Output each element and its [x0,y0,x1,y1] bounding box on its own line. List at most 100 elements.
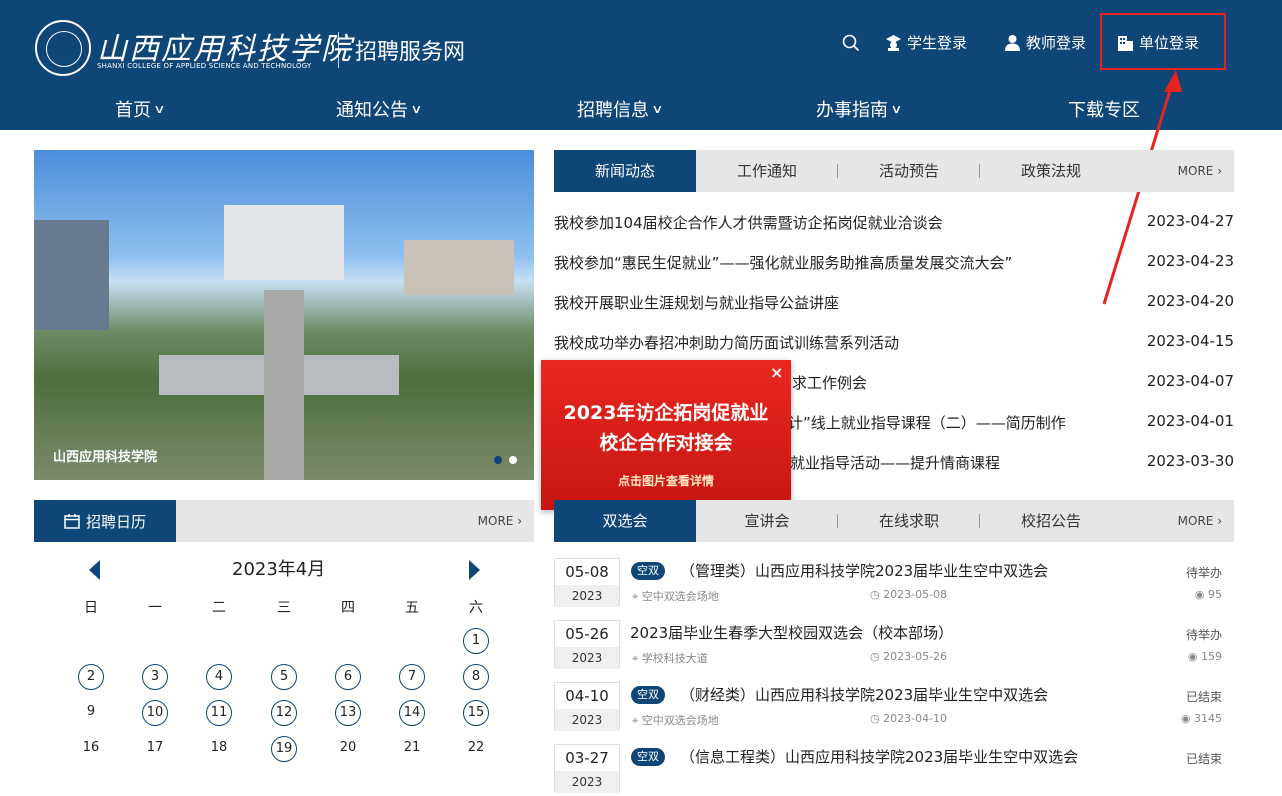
job-date-box: 03-27 2023 [554,744,620,793]
news-title[interactable]: 就业指导活动——提升情商课程 [790,452,1000,473]
job-fair-item[interactable]: 03-27 2023 空双 （信息工程类）山西应用科技学院2023届毕业生空中双选会 已… [554,744,1234,796]
job-location: 学校科技大道 [641,652,708,665]
weekday-label: 五 [405,600,419,616]
calendar-tab-label: 招聘日历 [85,512,146,531]
calendar-day[interactable]: 7 [399,664,425,690]
campus-road [264,290,304,480]
news-title[interactable]: 我校成功举办春招冲刺助力简历面试训练营系列活动 [554,332,899,353]
search-icon[interactable] [842,34,860,52]
location-pin-icon: ⌖ [632,652,639,665]
calendar-day[interactable]: 2 [78,664,104,690]
job-fair-item[interactable]: 04-10 2023 空双 （财经类）山西应用科技学院2023届毕业生空中双选会 已结束… [554,682,1234,734]
news-item[interactable]: 我校开展职业生涯规划与就业指导公益讲座 2023-04-20 [554,292,1234,314]
eye-icon: ◉ [1180,712,1191,725]
chevron-down-icon: ∨ [890,102,903,116]
carousel-dot-active[interactable] [494,456,502,464]
eye-icon: ◉ [1194,588,1205,601]
date-meta: ◷ 2023-05-26 [870,650,947,663]
news-title[interactable]: 计”线上就业指导课程（二）——简历制作 [788,412,1066,433]
job-fair-title[interactable]: （财经类）山西应用科技学院2023届毕业生空中双选会 [680,684,1048,705]
weekday-label: 三 [277,600,291,616]
calendar-day[interactable]: 11 [206,700,232,726]
job-fair-title[interactable]: （管理类）山西应用科技学院2023届毕业生空中双选会 [680,560,1048,581]
news-more-label: MORE [1177,164,1214,178]
calendar-icon [64,514,80,529]
job-fair-item[interactable]: 05-26 2023 2023届毕业生春季大型校园双选会（校本部场） 待举办 ⌖ 学校科… [554,620,1234,672]
calendar-day[interactable]: 19 [271,736,297,762]
nav-home[interactable]: 首页 ∨ [115,96,166,122]
calendar-day[interactable]: 14 [399,700,425,726]
news-title[interactable]: 求工作例会 [792,372,867,393]
calendar-month: 2023年4月 [232,559,326,580]
tab-online-jobs[interactable]: 在线求职 [838,500,980,542]
tab-work-notices[interactable]: 工作通知 [696,150,838,192]
job-fair-title[interactable]: 2023届毕业生春季大型校园双选会（校本部场） [630,622,953,643]
site-name: 招聘服务网 [355,40,466,65]
tab-job-fairs[interactable]: 双选会 [554,500,696,542]
tab-news[interactable]: 新闻动态 [554,150,696,192]
prev-month-icon[interactable] [89,560,100,580]
calendar-day[interactable]: 13 [335,700,361,726]
status-badge: 已结束 [1185,752,1222,766]
clock-icon: ◷ [870,588,880,601]
job-year: 2023 [555,771,619,793]
hero-carousel-image[interactable] [34,150,534,480]
news-date: 2023-04-01 [1146,412,1234,430]
calendar-day[interactable]: 6 [335,664,361,690]
nav-notices[interactable]: 通知公告 ∨ [336,96,423,122]
carousel-dot[interactable] [509,456,517,464]
college-seal-logo[interactable] [35,20,91,76]
student-login-link[interactable]: 学生登录 [885,32,967,53]
calendar-day[interactable]: 1 [463,628,489,654]
news-title[interactable]: 我校开展职业生涯规划与就业指导公益讲座 [554,292,839,313]
job-month-day: 04-10 [555,683,619,709]
job-fair-title[interactable]: （信息工程类）山西应用科技学院2023届毕业生空中双选会 [680,746,1078,767]
news-item[interactable]: 我校参加“惠民生促就业”——强化就业服务助推高质量发展交流大会” 2023-04-… [554,252,1234,274]
close-icon[interactable]: × [770,363,783,382]
next-month-icon[interactable] [469,560,480,580]
calendar-more-link[interactable]: MORE › [478,500,522,542]
popup-title-line1: 2023年访企拓岗促就业 [563,402,769,424]
calendar-day[interactable]: 3 [142,664,168,690]
teacher-login-link[interactable]: 教师登录 [1004,32,1086,53]
weekday-label: 一 [148,600,162,616]
news-item[interactable]: 我校成功举办春招冲刺助力简历面试训练营系列活动 2023-04-15 [554,332,1234,354]
jobs-more-link[interactable]: MORE › [1178,500,1222,542]
logo-divider [338,32,339,68]
tab-policies[interactable]: 政策法规 [980,150,1122,192]
location-pin-icon: ⌖ [632,714,639,727]
news-tabbar: 新闻动态 工作通知 活动预告 政策法规 MORE › [554,150,1234,192]
calendar-day[interactable]: 5 [271,664,297,690]
nav-guide[interactable]: 办事指南 ∨ [816,96,903,122]
location-meta: ⌖ 学校科技大道 [632,650,708,666]
promo-popup[interactable]: 2023年访企拓岗促就业 校企合作对接会 点击图片查看详情 [541,360,791,510]
job-month-day: 05-08 [555,559,619,585]
news-item[interactable]: 我校参加104届校企合作人才供需暨访企拓岗促就业洽谈会 2023-04-27 [554,212,1234,234]
calendar-more-label: MORE [477,514,514,528]
status-badge: 待举办 [1185,566,1222,580]
calendar-day[interactable]: 12 [271,700,297,726]
news-title[interactable]: 我校参加104届校企合作人才供需暨访企拓岗促就业洽谈会 [554,212,943,233]
tab-campus-recruit[interactable]: 校招公告 [980,500,1122,542]
nav-recruitment-label: 招聘信息 [577,100,649,121]
nav-recruitment[interactable]: 招聘信息 ∨ [577,96,664,122]
nav-notices-label: 通知公告 [336,100,408,121]
tab-presentations[interactable]: 宣讲会 [696,500,838,542]
location-meta: ⌖ 空中双选会场地 [632,712,719,728]
views-meta: ◉ 159 [1188,650,1222,663]
calendar-day[interactable]: 4 [206,664,232,690]
calendar-day: 17 [146,740,164,755]
teacher-login-label: 教师登录 [1026,34,1087,52]
calendar-day: 18 [210,740,228,755]
view-count: 159 [1201,650,1222,663]
calendar-day[interactable]: 10 [142,700,168,726]
calendar-day[interactable]: 15 [463,700,489,726]
tab-events[interactable]: 活动预告 [838,150,980,192]
calendar-tab[interactable]: 招聘日历 [34,500,176,542]
job-fair-item[interactable]: 05-08 2023 空双 （管理类）山西应用科技学院2023届毕业生空中双选会 待举办… [554,558,1234,610]
news-title[interactable]: 我校参加“惠民生促就业”——强化就业服务助推高质量发展交流大会” [554,252,1012,273]
calendar-day: 21 [403,740,421,755]
news-more-link[interactable]: MORE › [1178,150,1222,192]
calendar-day[interactable]: 8 [463,664,489,690]
job-year: 2023 [555,647,619,669]
